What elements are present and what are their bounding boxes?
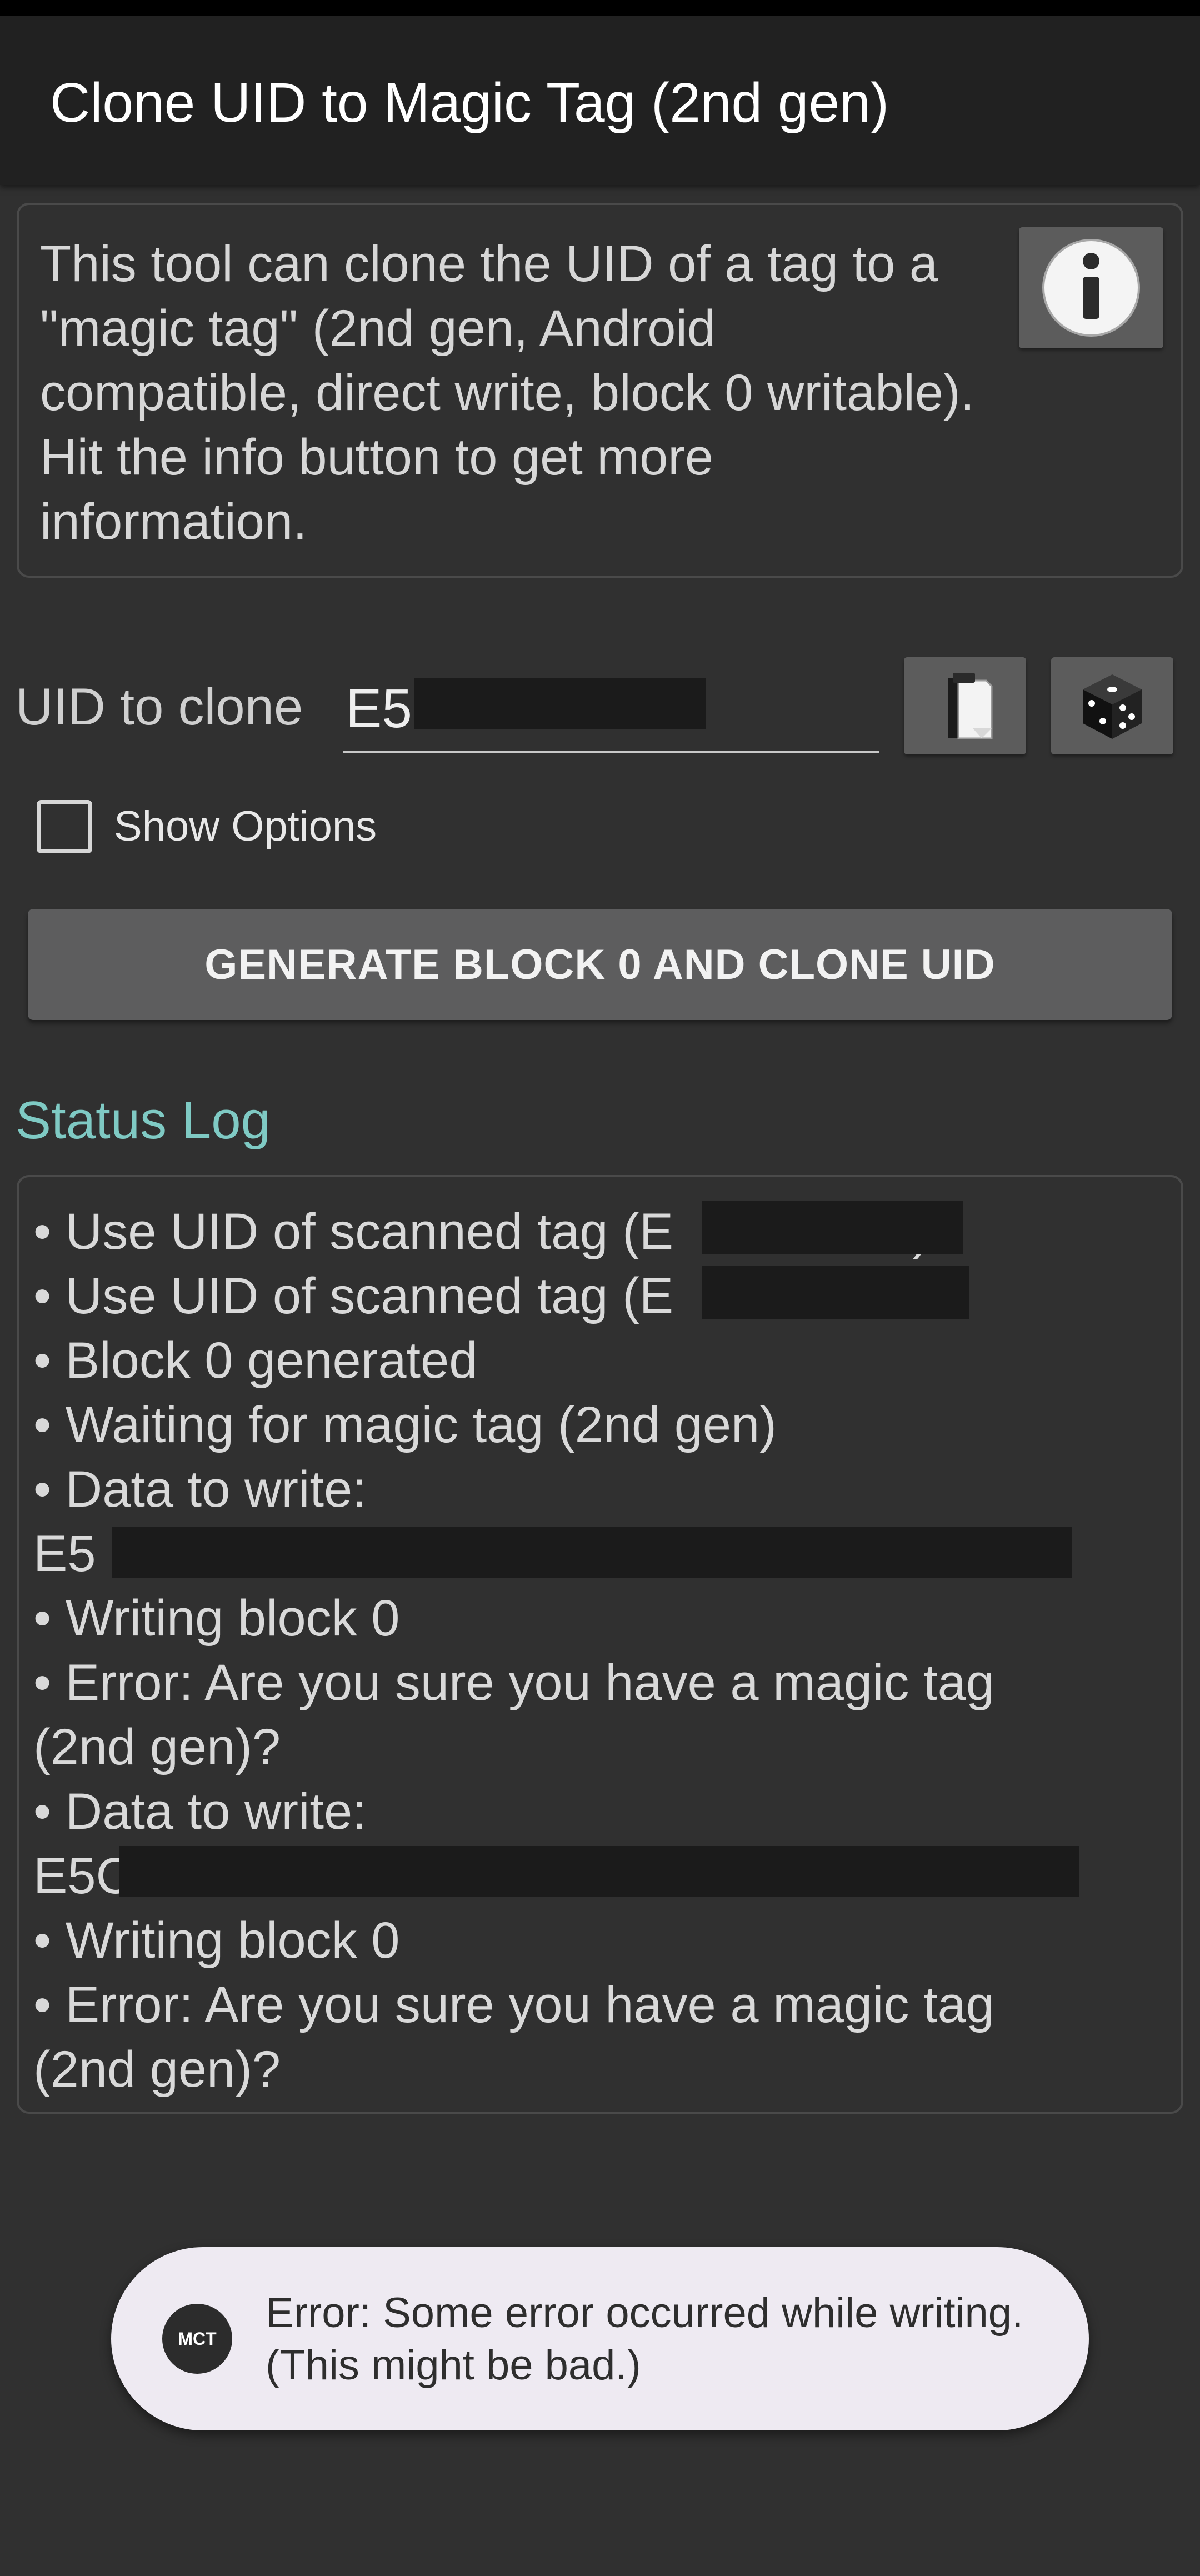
log-line: • Writing block 0 — [33, 1590, 400, 1647]
redaction-bar — [112, 1527, 1072, 1578]
log-line: • Use UID of scanned tag (E — [33, 1268, 674, 1324]
log-line: • Block 0 generated — [33, 1332, 478, 1389]
app-bar: Clone UID to Magic Tag (2nd gen) — [0, 16, 1200, 185]
status-log-heading: Status Log — [16, 1091, 271, 1150]
uid-input[interactable]: E5 — [343, 669, 879, 753]
page-title: Clone UID to Magic Tag (2nd gen) — [50, 72, 889, 134]
info-button[interactable] — [1019, 227, 1163, 348]
toast-line: Error: Some error occurred while writing… — [266, 2289, 1024, 2337]
redaction-bar — [119, 1846, 1079, 1897]
log-line: • Use UID of scanned tag (E) — [33, 1203, 929, 1260]
show-options-label: Show Options — [114, 803, 377, 850]
generate-clone-button[interactable]: GENERATE BLOCK 0 AND CLONE UID — [28, 909, 1172, 1020]
log-line: • Writing block 0 — [33, 1912, 400, 1969]
uid-label: UID to clone — [16, 677, 303, 736]
uid-value: E5 — [346, 678, 412, 739]
info-description: This tool can clone the UID of a tag to … — [40, 236, 975, 550]
redaction-bar — [414, 678, 706, 729]
log-line: • Data to write: — [33, 1461, 367, 1518]
log-line: (2nd gen)? — [33, 1719, 281, 1775]
show-options-checkbox[interactable] — [37, 800, 92, 853]
redaction-bar — [702, 1201, 963, 1254]
toast-line: (This might be bad.) — [266, 2342, 641, 2389]
redaction-bar — [702, 1266, 969, 1319]
toast-message: Error: Some error occurred while writing… — [266, 2287, 1071, 2392]
log-line: • Waiting for magic tag (2nd gen) — [33, 1397, 777, 1453]
info-icon — [1042, 239, 1140, 337]
paste-uid-button[interactable] — [904, 657, 1026, 754]
log-line: • Error: Are you sure you have a magic t… — [33, 1977, 994, 2033]
info-panel: This tool can clone the UID of a tag to … — [17, 203, 1183, 578]
status-log: • Use UID of scanned tag (E) • Use UID o… — [17, 1175, 1183, 2114]
log-line: • Data to write: — [33, 1783, 367, 1840]
log-line: (2nd gen)? — [33, 2041, 281, 2098]
random-uid-button[interactable] — [1051, 657, 1173, 754]
status-bar — [0, 0, 1200, 16]
log-line: • Error: Are you sure you have a magic t… — [33, 1654, 994, 1711]
mct-logo: MCT — [162, 2304, 232, 2374]
dice-icon — [1083, 674, 1142, 739]
error-toast: MCT Error: Some error occurred while wri… — [111, 2247, 1089, 2430]
paste-clipboard-icon — [948, 672, 993, 739]
